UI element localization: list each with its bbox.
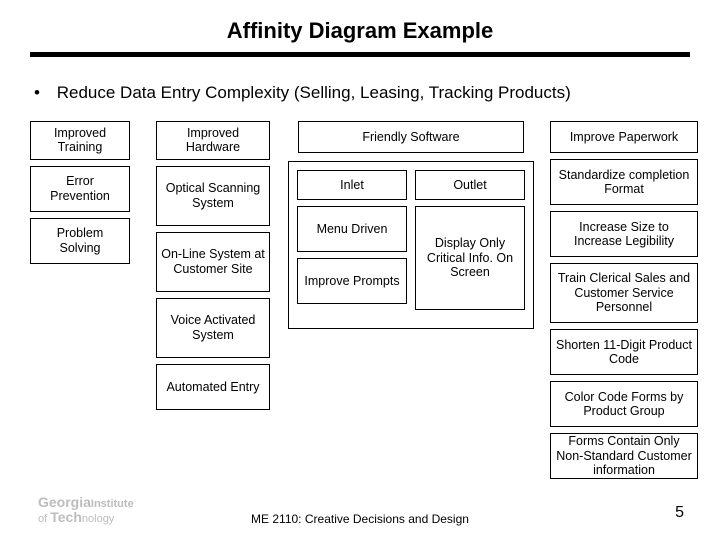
- bullet-icon: •: [34, 83, 52, 103]
- col-paperwork: Improve Paperwork Standardize completion…: [550, 121, 698, 479]
- logo-georgia: Georgia: [38, 494, 91, 510]
- item-problem-solving: Problem Solving: [30, 218, 130, 264]
- head-software: Friendly Software: [298, 121, 524, 153]
- item-online-system: On-Line System at Customer Site: [156, 232, 270, 292]
- item-improve-prompts: Improve Prompts: [297, 258, 407, 304]
- head-hardware: Improved Hardware: [156, 121, 270, 160]
- slide-title: Affinity Diagram Example: [0, 0, 720, 52]
- logo-of: of: [38, 513, 47, 525]
- col-inlet: Inlet Menu Driven Improve Prompts: [297, 170, 407, 320]
- head-training: Improved Training: [30, 121, 130, 160]
- item-standardize-format: Standardize completion Format: [550, 159, 698, 205]
- software-group: Inlet Menu Driven Improve Prompts Outlet…: [288, 161, 534, 329]
- col-software-head-wrap: Friendly Software: [298, 121, 524, 153]
- item-color-code: Color Code Forms by Product Group: [550, 381, 698, 427]
- item-optical-scanning: Optical Scanning System: [156, 166, 270, 226]
- logo-tech: Tech: [50, 509, 82, 525]
- item-increase-size: Increase Size to Increase Legibility: [550, 211, 698, 257]
- logo-institute: Institute: [91, 498, 134, 510]
- item-forms-nonstandard: Forms Contain Only Non-Standard Customer…: [550, 433, 698, 479]
- diagram-stage: Improved Training Error Prevention Probl…: [30, 121, 690, 471]
- logo-nology: nology: [82, 513, 114, 525]
- subtitle-text: Reduce Data Entry Complexity (Selling, L…: [57, 83, 571, 102]
- item-error-prevention: Error Prevention: [30, 166, 130, 212]
- footer: GeorgiaInstitute of Technology ME 2110: …: [0, 512, 720, 526]
- title-rule: [30, 52, 690, 57]
- item-train-clerical: Train Clerical Sales and Customer Servic…: [550, 263, 698, 323]
- head-paperwork: Improve Paperwork: [550, 121, 698, 153]
- item-menu-driven: Menu Driven: [297, 206, 407, 252]
- head-inlet: Inlet: [297, 170, 407, 200]
- item-shorten-code: Shorten 11-Digit Product Code: [550, 329, 698, 375]
- footer-logo: GeorgiaInstitute of Technology: [38, 495, 134, 526]
- item-automated-entry: Automated Entry: [156, 364, 270, 410]
- col-hardware: Improved Hardware Optical Scanning Syste…: [156, 121, 270, 410]
- col-outlet: Outlet Display Only Critical Info. On Sc…: [415, 170, 525, 320]
- subtitle: • Reduce Data Entry Complexity (Selling,…: [34, 83, 720, 103]
- footer-page-number: 5: [675, 504, 684, 522]
- col-training: Improved Training Error Prevention Probl…: [30, 121, 130, 264]
- head-outlet: Outlet: [415, 170, 525, 200]
- item-voice-activated: Voice Activated System: [156, 298, 270, 358]
- item-display-critical: Display Only Critical Info. On Screen: [415, 206, 525, 310]
